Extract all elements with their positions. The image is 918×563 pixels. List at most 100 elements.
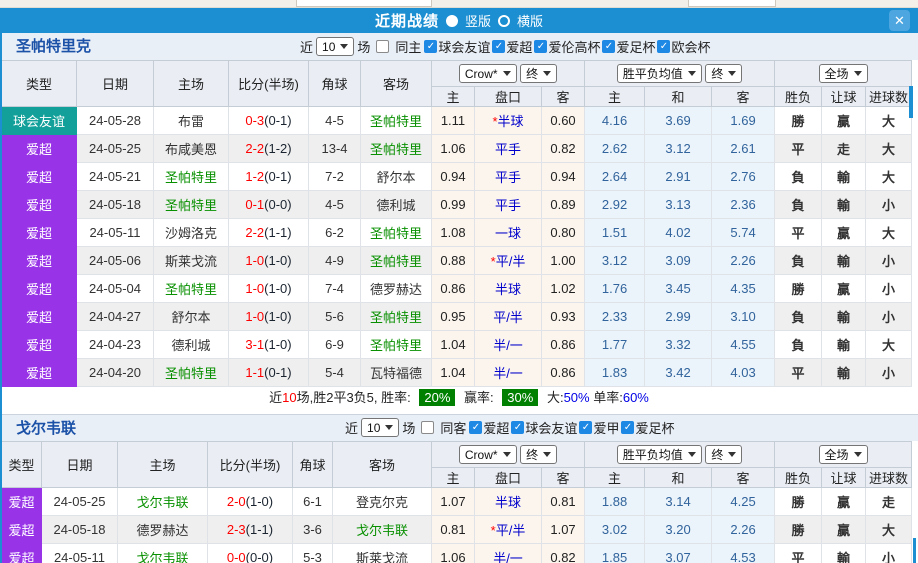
final-odds-select-2[interactable]: 终 [705, 64, 742, 83]
single-rate-value: 60% [623, 390, 649, 405]
scope-select[interactable]: 全场 [819, 64, 868, 83]
bookmaker-select-2[interactable]: Crow* [459, 445, 517, 464]
match-row: 爱超 24-05-06 斯莱戈流 1-0(1-0) 4-9 圣帕特里 0.88 … [2, 247, 912, 275]
league-filter-item: ✓ 欧会杯 [657, 37, 710, 56]
league-badge: 爱超 [2, 219, 77, 247]
home-team-link[interactable]: 戈尔韦联 [136, 495, 188, 510]
league-filter-item: ✓ 爱足杯 [602, 37, 655, 56]
away-team-link[interactable]: 圣帕特里 [370, 142, 422, 157]
odds-draw: 3.07 [645, 544, 712, 563]
away-team-link[interactable]: 圣帕特里 [370, 114, 422, 129]
scrollbar-thumb[interactable] [913, 538, 916, 563]
home-team-link[interactable]: 戈尔韦联 [136, 551, 188, 563]
col-type: 类型 [2, 442, 42, 488]
away-team-link[interactable]: 德利城 [376, 198, 415, 213]
match-date: 24-05-04 [77, 275, 154, 303]
away-team-link[interactable]: 圣帕特里 [370, 226, 422, 241]
away-team-link[interactable]: 圣帕特里 [370, 254, 422, 269]
same-venue-checkbox[interactable] [376, 40, 389, 53]
home-team-cell: 布雷 [154, 107, 229, 135]
euro-odds-group-header: 胜平负均值 终 [585, 61, 775, 87]
away-team-link[interactable]: 瓦特福德 [370, 366, 422, 381]
chevron-down-icon [543, 452, 551, 457]
chevron-down-icon [728, 452, 736, 457]
league-filter-label: 球会友谊 [438, 37, 490, 56]
league-filter-label: 欧会杯 [671, 37, 710, 56]
home-team-link[interactable]: 圣帕特里 [165, 282, 217, 297]
handicap-home-odds: 1.11 [432, 107, 475, 135]
away-team-link[interactable]: 德罗赫达 [370, 282, 422, 297]
final-odds-select[interactable]: 终 [520, 64, 557, 83]
col-home: 主场 [118, 442, 208, 488]
sub-away-odds: 客 [542, 87, 585, 107]
radio-horizontal-layout[interactable] [498, 15, 510, 27]
odds-mode-select-2[interactable]: 胜平负均值 [617, 445, 702, 464]
home-team-link[interactable]: 布咸美恩 [165, 142, 217, 157]
result-goals: 小 [866, 191, 912, 219]
scrollbar-thumb[interactable] [909, 86, 913, 118]
result-wdl: 負 [775, 303, 822, 331]
sub-handicap: 盘口 [475, 87, 542, 107]
checkbox-checked-icon[interactable]: ✓ [657, 40, 670, 53]
match-date: 24-05-18 [42, 516, 118, 544]
col-corners: 角球 [293, 442, 333, 488]
away-team-link[interactable]: 舒尔本 [376, 170, 415, 185]
result-handicap: 輸 [822, 247, 866, 275]
home-team-link[interactable]: 斯莱戈流 [165, 254, 217, 269]
result-wdl: 平 [775, 359, 822, 387]
home-team-link[interactable]: 圣帕特里 [165, 170, 217, 185]
recent-count-select[interactable]: 10 [316, 37, 354, 56]
league-badge: 爱超 [2, 135, 77, 163]
handicap-text: 平/半 [496, 523, 526, 538]
st-patricks-matches-table: 类型 日期 主场 比分(半场) 角球 客场 Crow* 终 胜平负均值 终 [1, 60, 912, 387]
halftime-score: (0-1) [264, 169, 291, 184]
handicap-line: *平/半 [475, 516, 542, 544]
away-team-cell: 圣帕特里 [361, 303, 432, 331]
checkbox-checked-icon[interactable]: ✓ [602, 40, 615, 53]
away-team-link[interactable]: 戈尔韦联 [356, 523, 408, 538]
close-icon[interactable]: ✕ [889, 10, 910, 31]
result-handicap: 贏 [822, 219, 866, 247]
handicap-line: 平手 [475, 135, 542, 163]
checkbox-checked-icon[interactable]: ✓ [424, 40, 437, 53]
checkbox-checked-icon[interactable]: ✓ [492, 40, 505, 53]
home-team-link[interactable]: 布雷 [178, 114, 204, 129]
profit-rate-label: 赢率: [464, 390, 494, 405]
halftime-score: (1-1) [246, 522, 273, 537]
home-team-link[interactable]: 德利城 [171, 338, 210, 353]
sub-draw: 和 [645, 468, 712, 488]
league-filter-item: ✓ 爱超 [492, 37, 532, 56]
result-wdl: 勝 [775, 488, 822, 516]
final-odds-select-3[interactable]: 终 [520, 445, 557, 464]
odds-draw: 3.14 [645, 488, 712, 516]
away-team-link[interactable]: 圣帕特里 [370, 338, 422, 353]
handicap-home-odds: 1.06 [432, 544, 475, 563]
sub-handicap: 盘口 [475, 468, 542, 488]
sub-draw: 和 [645, 87, 712, 107]
away-team-link[interactable]: 圣帕特里 [370, 310, 422, 325]
away-team-link[interactable]: 登克尔克 [356, 495, 408, 510]
home-team-cell: 圣帕特里 [154, 191, 229, 219]
match-row: 爱超 24-05-25 戈尔韦联 2-0(1-0) 6-1 登克尔克 1.07 … [2, 488, 912, 516]
bookmaker-select[interactable]: Crow* [459, 64, 517, 83]
radio-vertical-layout[interactable] [446, 15, 458, 27]
away-team-link[interactable]: 斯莱戈流 [356, 551, 408, 563]
final-odds-select-4[interactable]: 终 [705, 445, 742, 464]
clipped-toolbar-strip [0, 0, 918, 8]
odds-mode-select[interactable]: 胜平负均值 [617, 64, 702, 83]
odds-home-win: 1.51 [585, 219, 645, 247]
result-handicap: 贏 [822, 516, 866, 544]
home-team-link[interactable]: 圣帕特里 [165, 198, 217, 213]
handicap-away-odds: 0.86 [542, 331, 585, 359]
home-team-link[interactable]: 德罗赫达 [136, 523, 188, 538]
handicap-text: 半/一 [493, 338, 523, 353]
home-team-link[interactable]: 沙姆洛克 [165, 226, 217, 241]
checkbox-checked-icon[interactable]: ✓ [534, 40, 547, 53]
big-rate-value: 50% [564, 390, 590, 405]
home-team-link[interactable]: 圣帕特里 [165, 366, 217, 381]
halftime-score: (1-2) [264, 141, 291, 156]
scope-select-2[interactable]: 全场 [819, 445, 868, 464]
handicap-text: 半球 [498, 114, 524, 129]
home-team-link[interactable]: 舒尔本 [171, 310, 210, 325]
match-date: 24-05-11 [77, 219, 154, 247]
